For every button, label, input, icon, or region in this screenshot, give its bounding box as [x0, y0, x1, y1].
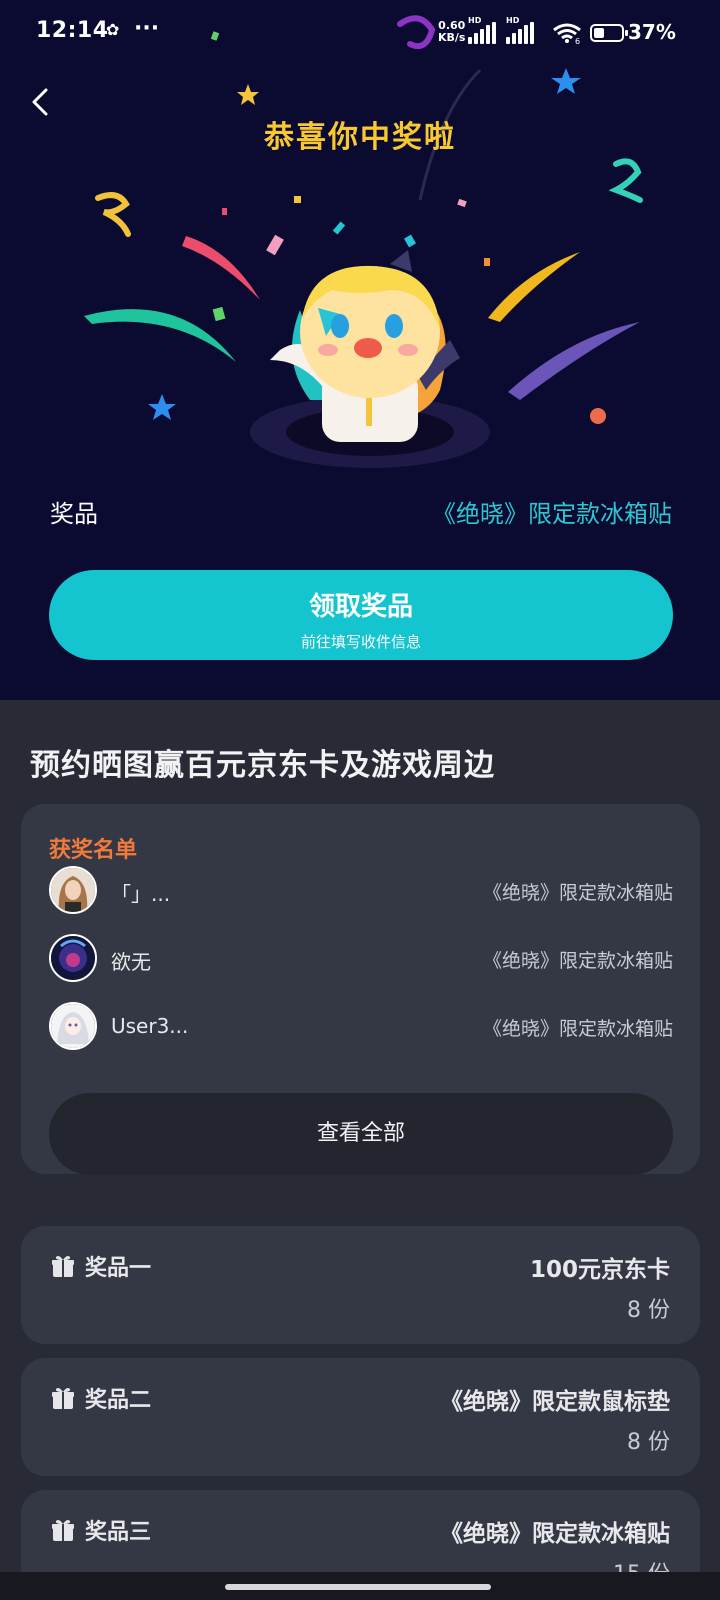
claim-button-sublabel: 前往填写收件信息	[300, 633, 421, 651]
avatar	[49, 1002, 97, 1050]
prize-tier-card: 奖品二 《绝晓》限定款鼠标垫 8 份	[21, 1358, 700, 1476]
winner-prize: 《绝晓》限定款冰箱贴	[482, 1018, 673, 1040]
prize-tier-item: 《绝晓》限定款冰箱贴	[440, 1521, 670, 1547]
winner-prize: 《绝晓》限定款冰箱贴	[482, 882, 673, 904]
winners-card: 获奖名单 「」... 《绝晓》限定款冰箱贴 欲无 《绝晓》限定款冰箱贴 User…	[21, 804, 700, 1175]
hero-section: 12:14 ✿ ··· 0.60 KB/s HD HD 6 37% 恭喜你中奖啦…	[0, 0, 720, 700]
claim-prize-button[interactable]: 领取奖品 前往填写收件信息	[49, 570, 673, 660]
prize-tier-count: 8 份	[627, 1430, 670, 1455]
avatar	[49, 866, 97, 914]
prize-label: 奖品	[50, 500, 98, 528]
home-gesture-handle[interactable]	[225, 1584, 491, 1590]
section-title: 预约晒图赢百元京东卡及游戏周边	[30, 748, 495, 783]
prize-tier-count: 8 份	[627, 1298, 670, 1323]
winner-row: 「」... 《绝晓》限定款冰箱贴	[49, 866, 673, 916]
navigation-bar	[0, 1572, 720, 1600]
prize-tier-name: 奖品三	[85, 1520, 152, 1545]
gift-icon	[52, 1520, 74, 1541]
gift-icon	[52, 1388, 74, 1409]
prize-value: 《绝晓》限定款冰箱贴	[432, 500, 672, 528]
view-all-button[interactable]: 查看全部	[49, 1093, 673, 1175]
avatar	[49, 934, 97, 982]
gift-icon	[52, 1256, 74, 1277]
prize-tier-item: 《绝晓》限定款鼠标垫	[440, 1389, 670, 1415]
winner-row: User3... 《绝晓》限定款冰箱贴	[49, 1002, 673, 1052]
winner-name: 「」...	[111, 882, 171, 906]
winner-row: 欲无 《绝晓》限定款冰箱贴	[49, 934, 673, 984]
claim-button-label: 领取奖品	[308, 592, 413, 622]
prize-tier-item: 100元京东卡	[529, 1257, 670, 1283]
mascot-illustration	[250, 250, 490, 468]
page-title: 恭喜你中奖啦	[264, 120, 456, 155]
winner-prize: 《绝晓》限定款冰箱贴	[482, 950, 673, 972]
winners-title: 获奖名单	[49, 838, 138, 863]
winner-name: User3...	[111, 1014, 189, 1038]
prize-tier-name: 奖品二	[85, 1388, 152, 1413]
prize-tier-card: 奖品一 100元京东卡 8 份	[21, 1226, 700, 1344]
prize-tier-name: 奖品一	[85, 1256, 152, 1281]
winner-name: 欲无	[111, 950, 151, 974]
